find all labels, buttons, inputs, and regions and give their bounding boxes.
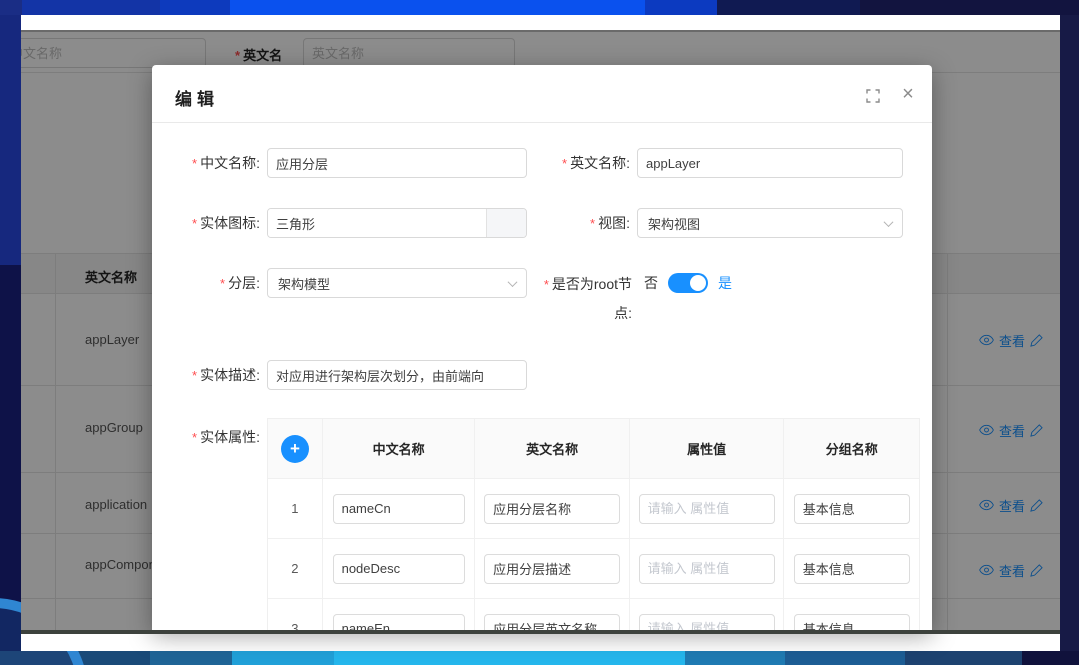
col-header-name-cn: 中文名称 — [323, 419, 476, 478]
name-cn-label: *中文名称: — [172, 148, 260, 179]
viewport-bottom-edge — [21, 630, 1060, 634]
attr-cn-input[interactable] — [333, 494, 465, 524]
col-header-attr-value: 属性值 — [630, 419, 785, 478]
entity-icon-field — [267, 208, 527, 238]
table-row: 1 — [268, 479, 919, 539]
toggle-off-label: 否 — [644, 273, 658, 293]
layer-select[interactable]: 架构模型 — [267, 268, 527, 298]
entity-desc-input[interactable] — [267, 360, 527, 390]
required-asterisk: * — [192, 430, 197, 445]
window-chrome-top — [21, 15, 1060, 30]
attr-en-input[interactable] — [484, 554, 620, 584]
attribute-table: + 中文名称 英文名称 属性值 分组名称 1 2 3 — [267, 418, 920, 630]
required-asterisk: * — [544, 277, 549, 292]
attr-cn-input[interactable] — [333, 554, 465, 584]
required-asterisk: * — [590, 216, 595, 231]
attribute-table-header: + 中文名称 英文名称 属性值 分组名称 — [268, 419, 919, 479]
fullscreen-icon[interactable] — [866, 89, 880, 103]
attr-en-input[interactable] — [484, 494, 620, 524]
table-row: 3 — [268, 599, 919, 630]
chevron-down-icon — [508, 277, 518, 287]
viewport-top-edge — [21, 30, 1060, 32]
modal-title: 编辑 — [175, 85, 219, 110]
attr-cn-input[interactable] — [333, 614, 465, 631]
window-chrome-bottom — [21, 634, 1060, 651]
required-asterisk: * — [562, 156, 567, 171]
name-en-label: *英文名称: — [537, 148, 630, 179]
attr-en-input[interactable] — [484, 614, 620, 631]
icon-picker-button[interactable] — [486, 209, 526, 237]
screen: *英文名 英文名称 appLayer appGroup application … — [0, 0, 1079, 665]
attr-group-input[interactable] — [794, 614, 910, 631]
entity-attrs-label: *实体属性: — [172, 422, 260, 453]
row-index: 1 — [268, 479, 323, 538]
entity-desc-label: *实体描述: — [172, 360, 260, 391]
col-header-group: 分组名称 — [784, 419, 919, 478]
name-en-input[interactable] — [637, 148, 903, 178]
required-asterisk: * — [192, 368, 197, 383]
layer-label: *分层: — [172, 268, 260, 299]
attr-value-input[interactable] — [639, 494, 775, 524]
name-cn-input[interactable] — [267, 148, 527, 178]
required-asterisk: * — [192, 216, 197, 231]
chevron-down-icon — [884, 217, 894, 227]
toggle-on-label: 是 — [718, 273, 732, 293]
required-asterisk: * — [192, 156, 197, 171]
attr-group-input[interactable] — [794, 554, 910, 584]
modal-header-divider — [152, 122, 932, 123]
add-attribute-button[interactable]: + — [281, 435, 309, 463]
row-index: 3 — [268, 599, 323, 630]
is-root-label: *是否为root节点: — [542, 270, 632, 327]
edit-modal: 编辑 × *中文名称: *英文名称: *实体图标: *视图: 架构视图 — [152, 65, 932, 630]
toggle-knob — [690, 275, 706, 291]
is-root-toggle[interactable] — [668, 273, 708, 293]
col-header-name-en: 英文名称 — [475, 419, 630, 478]
attr-group-input[interactable] — [794, 494, 910, 524]
attr-value-input[interactable] — [639, 614, 775, 631]
is-root-field: 否 是 — [644, 268, 732, 298]
row-index: 2 — [268, 539, 323, 598]
entity-icon-input[interactable] — [268, 209, 486, 237]
view-select[interactable]: 架构视图 — [637, 208, 903, 238]
table-row: 2 — [268, 539, 919, 599]
entity-icon-label: *实体图标: — [172, 208, 260, 239]
close-icon[interactable]: × — [896, 82, 920, 106]
required-asterisk: * — [220, 276, 225, 291]
attr-value-input[interactable] — [639, 554, 775, 584]
view-label: *视图: — [537, 208, 630, 239]
